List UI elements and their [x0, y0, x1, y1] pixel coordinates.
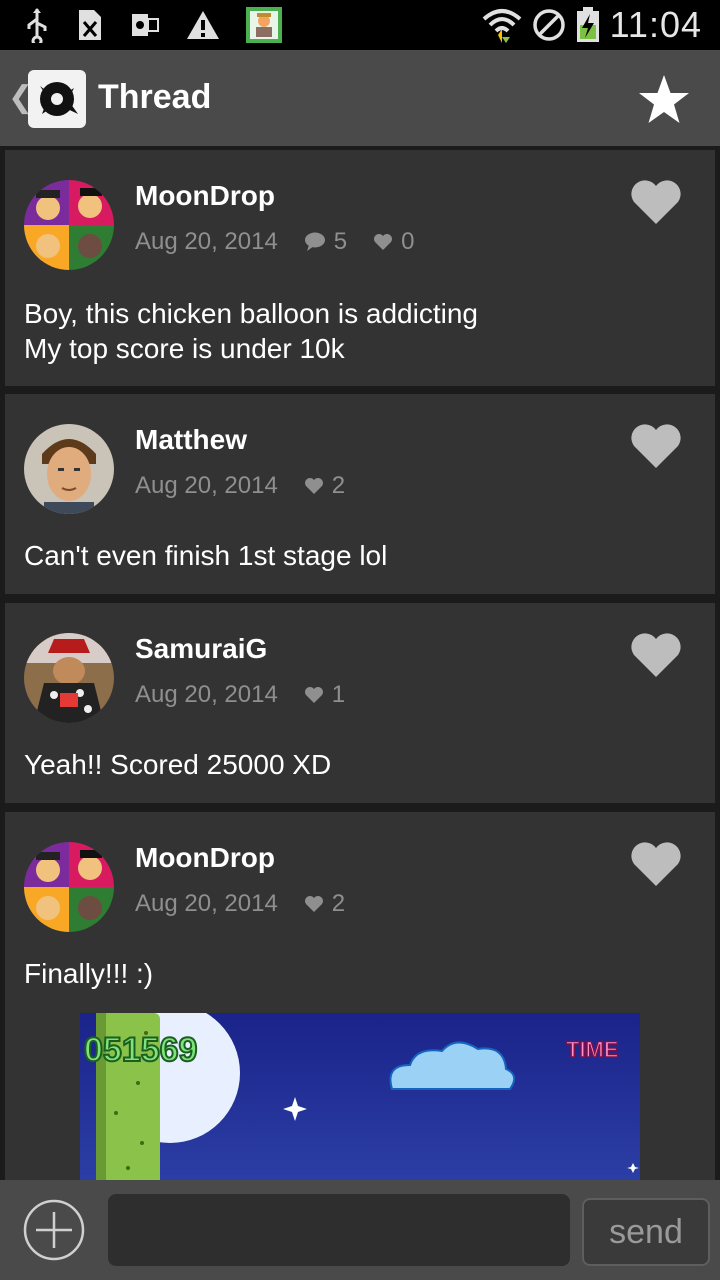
author-name[interactable]: MoonDrop: [135, 180, 275, 212]
post-card: MoonDrop Aug 20, 2014 5 0 Boy, this chic…: [5, 150, 715, 386]
status-bar: 11:04: [0, 0, 720, 50]
game-time-label: TIME: [566, 1037, 619, 1062]
post-date: Aug 20, 2014: [135, 472, 278, 499]
post-text-line: Yeah!! Scored 25000 XD: [24, 749, 332, 780]
like-count: 2: [331, 472, 346, 499]
avatar[interactable]: [24, 180, 114, 270]
post-text-line: My top score is under 10k: [24, 333, 345, 364]
plus-circle-icon[interactable]: [22, 1198, 86, 1262]
game-score: 051569: [84, 1031, 197, 1069]
like-count-heart-icon: [374, 234, 393, 250]
like-count: 2: [331, 890, 346, 917]
post-body: Boy, this chicken balloon is addicting M…: [24, 296, 478, 366]
like-heart-icon[interactable]: [630, 842, 682, 888]
comment-count: 5: [333, 228, 348, 255]
like-heart-icon[interactable]: [630, 180, 682, 226]
post-text-line: Boy, this chicken balloon is addicting: [24, 298, 478, 329]
message-input[interactable]: [108, 1194, 570, 1266]
post-date: Aug 20, 2014: [135, 890, 278, 917]
author-name[interactable]: MoonDrop: [135, 842, 275, 874]
sim-icon: [79, 10, 101, 40]
warning-icon: [187, 11, 219, 39]
thread-list[interactable]: MoonDrop Aug 20, 2014 5 0 Boy, this chic…: [0, 146, 720, 1180]
post-date: Aug 20, 2014: [135, 681, 278, 708]
avatar[interactable]: [24, 424, 114, 514]
post-meta: Aug 20, 2014 5 0: [135, 228, 415, 256]
like-count: 1: [331, 681, 346, 708]
notification-icons: [24, 6, 282, 44]
star-icon[interactable]: [636, 72, 692, 128]
send-button[interactable]: send: [582, 1198, 710, 1266]
post-body: Yeah!! Scored 25000 XD: [24, 747, 331, 782]
message-composer: send: [0, 1180, 720, 1280]
post-meta: Aug 20, 2014 1: [135, 681, 345, 709]
like-count-heart-icon: [304, 687, 323, 703]
post-image[interactable]: 051569 TIME: [80, 1013, 640, 1180]
wifi-icon: [482, 9, 521, 43]
avatar[interactable]: [24, 842, 114, 932]
author-name[interactable]: SamuraiG: [135, 633, 267, 665]
post-meta: Aug 20, 2014 2: [135, 890, 345, 918]
post-date: Aug 20, 2014: [135, 228, 278, 255]
like-heart-icon[interactable]: [630, 424, 682, 470]
post-meta: Aug 20, 2014 2: [135, 472, 345, 500]
app-logo-icon[interactable]: [28, 70, 86, 128]
like-count: 0: [401, 228, 415, 255]
blocked-icon: [532, 9, 565, 41]
post-body: Finally!!! :): [24, 956, 153, 991]
post-body: Can't even finish 1st stage lol: [24, 538, 387, 573]
like-heart-icon[interactable]: [630, 633, 682, 679]
like-count-heart-icon: [304, 478, 323, 494]
comment-icon: [304, 232, 325, 251]
post-card: Matthew Aug 20, 2014 2 Can't even finish…: [5, 394, 715, 594]
app-notification-icon: [246, 7, 282, 43]
clock: 11:04: [609, 4, 702, 45]
outlook-icon: [132, 14, 159, 36]
action-bar: ❮ Thread: [0, 50, 720, 146]
post-card: SamuraiG Aug 20, 2014 1 Yeah!! Scored 25…: [5, 603, 715, 803]
avatar[interactable]: [24, 633, 114, 723]
battery-charging-icon: [576, 7, 599, 42]
post-text-line: Can't even finish 1st stage lol: [24, 540, 388, 571]
like-count-heart-icon: [304, 896, 323, 912]
author-name[interactable]: Matthew: [135, 424, 247, 456]
usb-icon: [27, 8, 47, 43]
page-title: Thread: [98, 78, 212, 116]
post-card: MoonDrop Aug 20, 2014 2 Finally!!! :) 05…: [5, 812, 715, 1180]
post-text-line: Finally!!! :): [24, 958, 154, 989]
system-status: 11:04: [482, 0, 702, 50]
